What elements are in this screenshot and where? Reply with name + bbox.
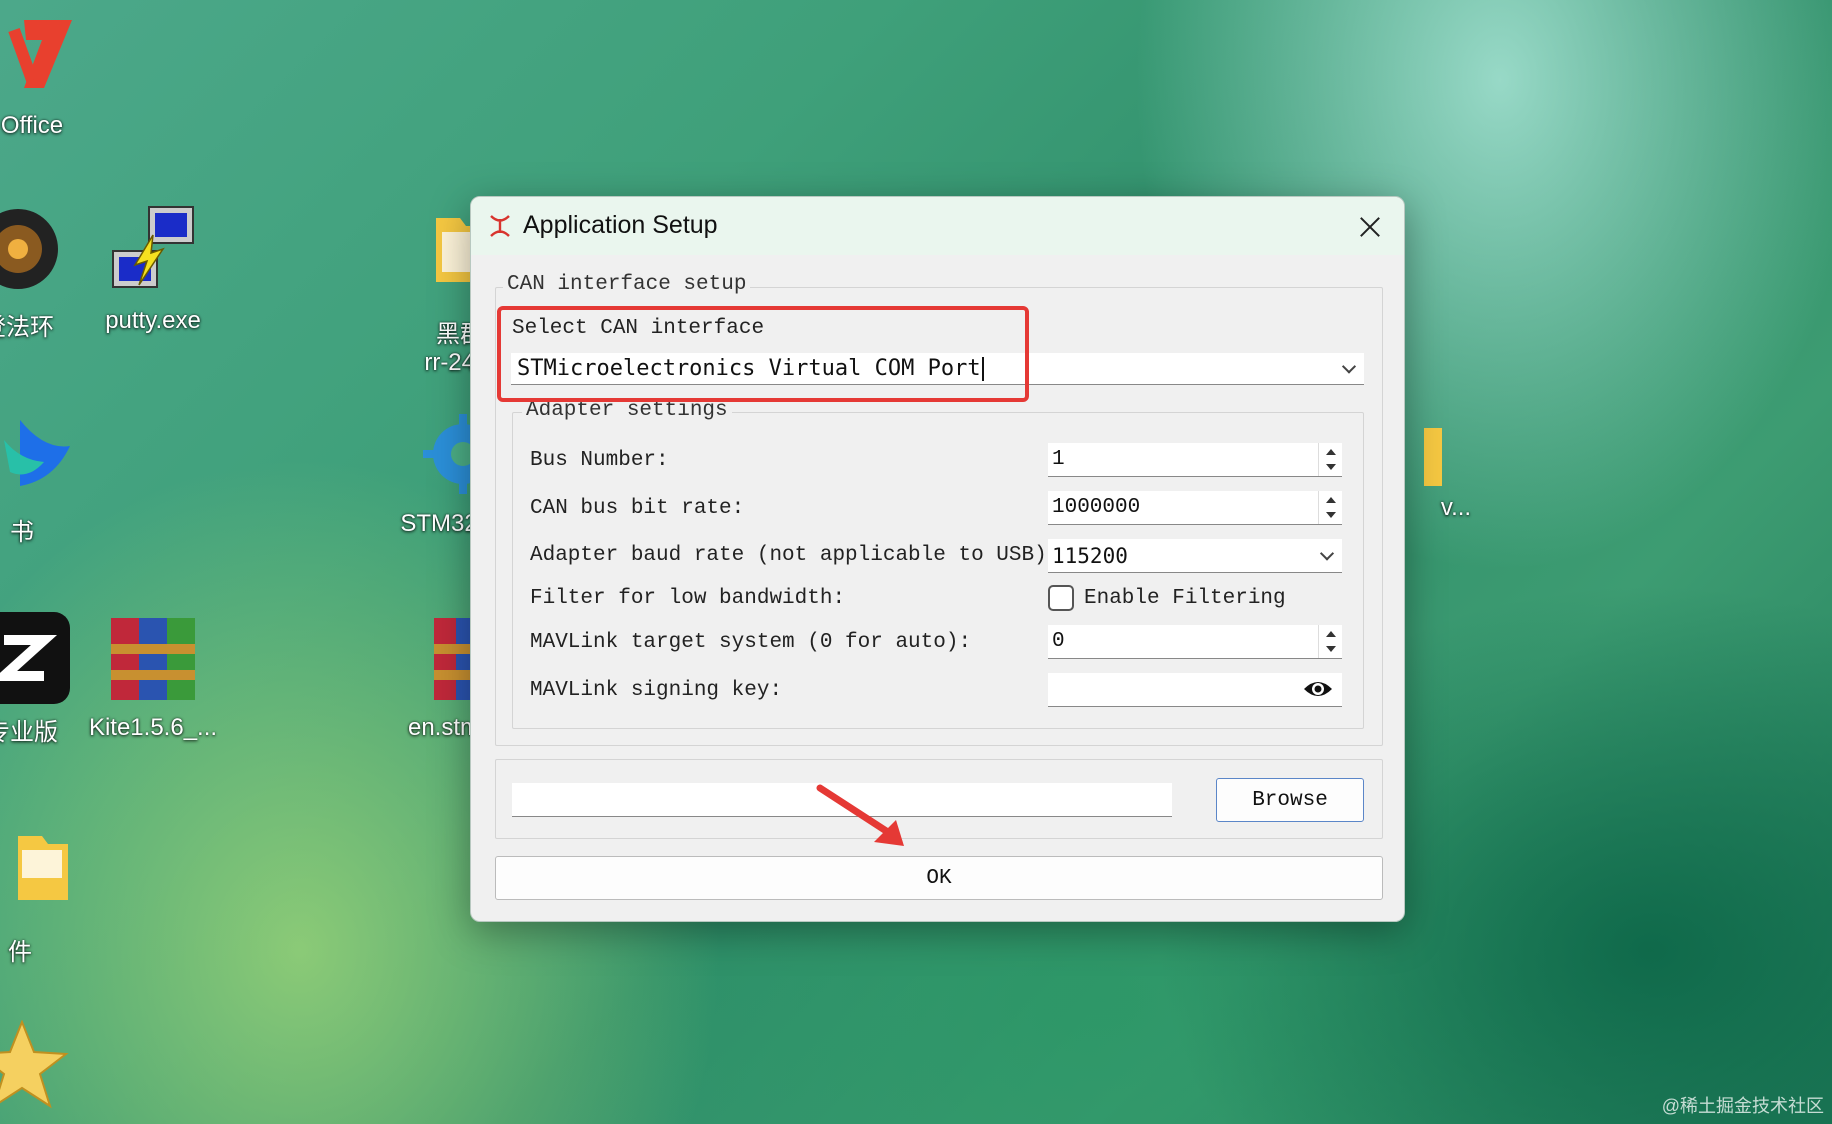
watermark: @稀土掘金技术社区 — [1661, 1096, 1824, 1116]
adapter-baud-value: 115200 — [1052, 543, 1128, 568]
browse-button[interactable]: Browse — [1216, 778, 1364, 822]
desktop-icon-folder-jian[interactable]: 件 — [0, 830, 90, 967]
desktop-icon-feishu[interactable]: 书 — [0, 410, 92, 547]
annotation-highlight-box — [497, 306, 1029, 402]
desktop-icon-star[interactable] — [0, 1019, 92, 1116]
desktop-icon-label: 书 — [10, 519, 34, 546]
dialog-title: Application Setup — [523, 211, 718, 239]
feishu-icon — [0, 410, 70, 506]
bus-number-value: 1 — [1052, 448, 1065, 471]
desktop-icon-elden-ring[interactable]: 登法环 — [0, 205, 88, 342]
application-setup-dialog: Application Setup CAN interface setup Se… — [470, 196, 1405, 922]
eye-icon[interactable] — [1302, 677, 1334, 707]
adapter-baud-select[interactable]: 115200 — [1048, 539, 1342, 573]
bus-number-label: Bus Number: — [530, 449, 669, 472]
desktop-icon-putty[interactable]: putty.exe — [83, 205, 223, 335]
folder-icon — [0, 830, 68, 926]
signing-key-input[interactable] — [1048, 673, 1342, 707]
desktop-icon-label: Office — [0, 112, 64, 139]
game-icon — [0, 205, 66, 301]
annotation-arrow-icon — [816, 784, 904, 846]
close-button[interactable] — [1350, 207, 1390, 245]
enable-filtering-label[interactable]: Enable Filtering — [1084, 587, 1286, 610]
can-bit-rate-value: 1000000 — [1052, 496, 1141, 519]
signing-key-label: MAVLink signing key: — [530, 679, 783, 702]
spin-arrows-icon[interactable] — [1318, 443, 1342, 476]
can-interface-group-title: CAN interface setup — [503, 273, 751, 296]
mavlink-target-value: 0 — [1052, 630, 1065, 653]
winrar-icon — [105, 612, 201, 708]
mavlink-target-spinbox[interactable]: 0 — [1048, 625, 1342, 659]
capcut-icon — [0, 610, 70, 706]
desktop-icon-label: 登法环 — [0, 314, 54, 341]
dialog-titlebar[interactable]: Application Setup — [471, 197, 1404, 255]
can-bit-rate-spinbox[interactable]: 1000000 — [1048, 491, 1342, 525]
chevron-down-icon — [1319, 545, 1335, 561]
desktop-icon-label: 件 — [8, 939, 32, 966]
bus-number-spinbox[interactable]: 1 — [1048, 443, 1342, 477]
spin-arrows-icon[interactable] — [1318, 491, 1342, 524]
mavlink-target-label: MAVLink target system (0 for auto): — [530, 631, 972, 654]
adapter-baud-label: Adapter baud rate (not applicable to USB… — [530, 544, 1060, 567]
filter-label: Filter for low bandwidth: — [530, 587, 846, 610]
app-logo-icon — [487, 213, 513, 239]
desktop-icon-label: Kite1.5.6_... — [88, 714, 218, 741]
spin-arrows-icon[interactable] — [1318, 625, 1342, 658]
putty-icon — [105, 205, 201, 301]
enable-filtering-checkbox[interactable] — [1048, 585, 1074, 611]
can-bit-rate-label: CAN bus bit rate: — [530, 497, 745, 520]
desktop-icon-capcut[interactable]: 专业版 — [0, 610, 92, 747]
desktop-icon-office[interactable]: Office — [0, 10, 102, 140]
desktop-icon-kite[interactable]: Kite1.5.6_... — [83, 612, 223, 742]
chevron-down-icon — [1341, 358, 1357, 374]
adapter-settings-title: Adapter settings — [522, 399, 732, 422]
desktop-icon-label: 专业版 — [0, 719, 58, 746]
ok-button[interactable]: OK — [495, 856, 1383, 900]
office-icon — [0, 10, 80, 106]
desktop-icon-label: putty.exe — [105, 307, 201, 334]
star-icon — [0, 1019, 70, 1116]
